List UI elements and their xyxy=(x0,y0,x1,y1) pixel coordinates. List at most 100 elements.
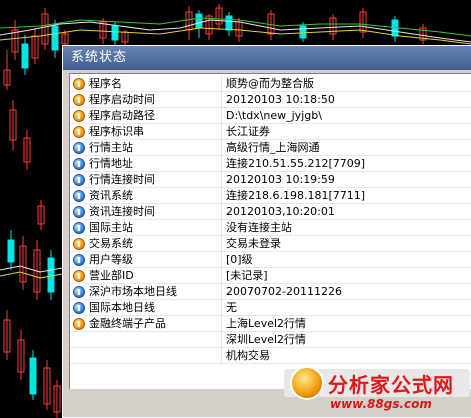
info-icon xyxy=(73,286,85,298)
status-value-cell: [未记录] xyxy=(222,268,471,284)
status-value-text: 高级行情_上海网通 xyxy=(226,141,320,154)
status-value-text: 顺势@而为整合版 xyxy=(226,77,314,90)
status-name-cell: 资讯系统 xyxy=(70,188,222,204)
status-name-label: 行情地址 xyxy=(89,157,133,170)
status-value-cell: 20120103 10:19:59 xyxy=(222,172,471,188)
info-icon xyxy=(73,110,85,122)
status-row[interactable]: 程序启动路径 D:\tdx\new_jyjgb\ xyxy=(70,108,471,124)
status-row[interactable]: 程序名 顺势@而为整合版 xyxy=(70,76,471,92)
candle-body xyxy=(47,257,55,293)
status-name-cell: 程序名 xyxy=(70,76,222,92)
status-value-text: 没有连接主站 xyxy=(226,221,292,234)
status-value-cell: 长江证券 xyxy=(222,124,471,140)
status-table[interactable]: 程序名 顺势@而为整合版程序启动时间 20120103 10:18:50 程序启动路径… xyxy=(69,73,471,390)
info-icon xyxy=(73,270,85,282)
candle-body xyxy=(225,15,233,31)
status-value-cell: 20070702-20111226 xyxy=(222,284,471,300)
status-row[interactable]: 程序标识串 长江证券 xyxy=(70,124,471,140)
status-name-cell: 程序标识串 xyxy=(70,124,222,140)
status-row[interactable]: 营业部ID [未记录] xyxy=(70,268,471,284)
status-name-label: 营业部ID xyxy=(89,269,134,282)
status-name-label: 资讯连接时间 xyxy=(89,205,155,218)
status-name-label: 国际本地日线 xyxy=(89,301,155,314)
status-row[interactable]: 行情主站 高级行情_上海网通 xyxy=(70,140,471,156)
status-value-cell: 上海Level2行情到期日:20181818 xyxy=(222,316,471,332)
status-name-cell xyxy=(70,348,222,364)
watermark-logo-icon xyxy=(290,366,324,400)
status-value-cell: 高级行情_上海网通 xyxy=(222,140,471,156)
candle-body xyxy=(29,357,37,395)
status-value-cell: 连接210.51.55.212[7709] xyxy=(222,156,471,172)
status-value-text: 长江证券 xyxy=(226,125,270,138)
status-row[interactable]: 深圳Level2行情到期日:20181818 xyxy=(70,332,471,348)
system-status-dialog: 系统状态 程序名 顺势@而为整合版 程序启动时间 20120103 10:18:50 程… xyxy=(62,45,471,418)
status-value-text: 无 xyxy=(226,301,237,314)
status-name-label: 深沪市场本地日线 xyxy=(89,285,177,298)
status-row[interactable]: 国际主站 没有连接主站 xyxy=(70,220,471,236)
status-row[interactable]: 交易系统 交易未登录 xyxy=(70,236,471,252)
status-name-cell: 行情地址 xyxy=(70,156,222,172)
status-name-label: 用户等级 xyxy=(89,253,133,266)
status-row[interactable]: 行情连接时间 20120103 10:19:59 xyxy=(70,172,471,188)
status-name-label: 资讯系统 xyxy=(89,189,133,202)
status-value-text: 20070702-20111226 xyxy=(226,285,342,298)
status-value-text: 上海Level2行情 xyxy=(226,317,307,330)
status-value-cell: 20120103 10:18:50 xyxy=(222,92,471,108)
status-name-cell xyxy=(70,332,222,348)
status-value-text: 连接210.51.55.212[7709] xyxy=(226,157,366,170)
status-row[interactable]: 资讯系统 连接218.6.198.181[7711] xyxy=(70,188,471,204)
status-name-cell: 国际主站 xyxy=(70,220,222,236)
status-name-cell: 金融终端子产品 xyxy=(70,316,222,332)
candle-body xyxy=(195,13,203,29)
info-icon xyxy=(73,174,85,186)
status-row[interactable]: 程序启动时间 20120103 10:18:50 xyxy=(70,92,471,108)
status-row[interactable]: 金融终端子产品 上海Level2行情到期日:20181818 xyxy=(70,316,471,332)
info-icon xyxy=(73,318,85,330)
status-row[interactable]: 国际本地日线 无 xyxy=(70,300,471,316)
status-name-cell: 营业部ID xyxy=(70,268,222,284)
candle-body xyxy=(299,25,307,39)
candle-body xyxy=(111,25,119,41)
status-value-text: 20120103,10:20:01 xyxy=(226,205,335,218)
status-name-label: 程序启动路径 xyxy=(89,109,155,122)
status-name-cell: 深沪市场本地日线 xyxy=(70,284,222,300)
status-row[interactable]: 行情地址 连接210.51.55.212[7709] xyxy=(70,156,471,172)
status-name-cell: 程序启动路径 xyxy=(70,108,222,124)
info-icon xyxy=(73,238,85,250)
info-icon xyxy=(73,142,85,154)
status-value-cell: 20120103,10:20:01 xyxy=(222,204,471,220)
status-value-cell: 没有连接主站 xyxy=(222,220,471,236)
status-row[interactable]: 机构交易 xyxy=(70,348,471,364)
status-value-text: 机构交易 xyxy=(226,349,270,362)
info-icon xyxy=(73,302,85,314)
status-value-cell: 交易未登录 xyxy=(222,236,471,252)
info-icon xyxy=(73,158,85,170)
status-value-cell: [0]级 xyxy=(222,252,471,268)
status-value-cell: D:\tdx\new_jyjgb\ xyxy=(222,108,471,124)
status-value-text: [未记录] xyxy=(226,269,268,282)
status-name-label: 金融终端子产品 xyxy=(89,317,166,330)
status-value-text: 连接218.6.198.181[7711] xyxy=(226,189,366,202)
site-watermark: 分析家公式网 www.88gs.com xyxy=(280,364,471,418)
candle-body xyxy=(51,25,59,51)
status-name-label: 程序名 xyxy=(89,77,122,90)
info-icon xyxy=(73,190,85,202)
status-name-label: 国际主站 xyxy=(89,221,133,234)
status-value-cell: 机构交易 xyxy=(222,348,471,364)
candle-body xyxy=(7,239,15,263)
status-row[interactable]: 深沪市场本地日线 20070702-20111226 xyxy=(70,284,471,300)
status-name-cell: 行情主站 xyxy=(70,140,222,156)
status-name-label: 行情主站 xyxy=(89,141,133,154)
status-name-label: 交易系统 xyxy=(89,237,133,250)
status-name-cell: 交易系统 xyxy=(70,236,222,252)
info-icon xyxy=(73,254,85,266)
status-row[interactable]: 用户等级 [0]级 xyxy=(70,252,471,268)
status-name-label: 程序标识串 xyxy=(89,125,144,138)
info-icon xyxy=(73,206,85,218)
dialog-title: 系统状态 xyxy=(63,46,471,70)
watermark-text: 分析家公式网 xyxy=(328,373,454,397)
status-value-text: D:\tdx\new_jyjgb\ xyxy=(226,109,322,122)
info-icon xyxy=(73,78,85,90)
status-row[interactable]: 资讯连接时间 20120103,10:20:01 xyxy=(70,204,471,220)
status-name-cell: 行情连接时间 xyxy=(70,172,222,188)
